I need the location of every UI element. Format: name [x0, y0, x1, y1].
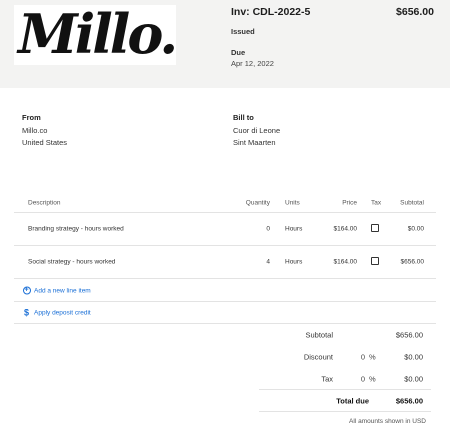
row-tax-cell — [371, 224, 379, 234]
discount-value: $0.00 — [404, 352, 423, 362]
row-units[interactable]: Hours — [285, 226, 302, 233]
row-units[interactable]: Hours — [285, 259, 302, 266]
discount-percent-input[interactable]: 0 — [351, 353, 365, 362]
row-price[interactable]: $164.00 — [334, 226, 358, 233]
discount-row: Discount 0 % $0.00 — [259, 346, 431, 368]
tax-row: Tax 0 % $0.00 — [259, 368, 431, 390]
bill-to-label: Bill to — [233, 113, 254, 122]
total-due-row: Total due $656.00 — [259, 390, 431, 412]
subtotal-row: Subtotal $656.00 — [259, 324, 431, 346]
apply-deposit-button[interactable]: $ Apply deposit credit — [14, 302, 436, 324]
col-subtotal: Subtotal — [400, 199, 424, 206]
row-subtotal: $0.00 — [407, 225, 424, 233]
row-description[interactable]: Social strategy - hours worked — [28, 259, 115, 266]
totals-section: Subtotal $656.00 Discount 0 % $0.00 Tax … — [259, 324, 431, 412]
due-label: Due — [231, 48, 246, 57]
subtotal-label: Subtotal — [305, 330, 333, 340]
from-label: From — [22, 113, 41, 122]
col-price: Price — [342, 199, 357, 206]
table-header: Description Quantity Units Price Tax Sub… — [14, 193, 436, 213]
row-tax-cell — [371, 257, 379, 267]
from-company: Millo.co — [22, 126, 48, 135]
discount-percent-sign: % — [369, 352, 376, 362]
bill-to-client: Cuor di Leone — [233, 126, 281, 135]
tax-percent-sign: % — [369, 374, 376, 383]
row-quantity[interactable]: 4 — [266, 259, 270, 266]
row-subtotal: $656.00 — [400, 258, 425, 266]
from-section: From Millo.co United States — [22, 112, 67, 149]
plus-circle-icon: + — [22, 286, 31, 295]
from-country: United States — [22, 138, 68, 147]
line-items-table: Description Quantity Units Price Tax Sub… — [14, 193, 436, 279]
discount-label: Discount — [303, 352, 333, 362]
tax-value: $0.00 — [404, 374, 423, 383]
apply-deposit-label[interactable]: Apply deposit credit — [34, 309, 91, 316]
col-units: Units — [285, 199, 300, 206]
due-date: Apr 12, 2022 — [231, 59, 274, 68]
invoice-number: Inv: CDL-2022-5 — [231, 6, 311, 18]
logo-wordmark: Millo. — [18, 5, 176, 65]
invoice-status: Issued — [231, 27, 255, 36]
invoice-header: Millo. Inv: CDL-2022-5 $656.00 Issued Du… — [0, 0, 450, 88]
company-logo: Millo. — [14, 5, 176, 65]
col-tax: Tax — [371, 199, 382, 206]
table-row[interactable]: Social strategy - hours worked 4 Hours $… — [14, 246, 436, 279]
invoice-total: $656.00 — [396, 6, 434, 18]
total-due-value: $656.00 — [395, 396, 423, 405]
currency-footnote: All amounts shown in USD — [349, 418, 426, 425]
total-due-label: Total due — [336, 396, 369, 405]
row-price[interactable]: $164.00 — [334, 259, 358, 266]
tax-label: Tax — [321, 374, 333, 383]
tax-percent-input[interactable]: 0 — [351, 374, 365, 383]
bill-to-country: Sint Maarten — [233, 138, 276, 147]
add-line-item-label[interactable]: Add a new line item — [34, 287, 91, 294]
subtotal-value: $656.00 — [395, 330, 423, 340]
tax-checkbox[interactable] — [371, 257, 379, 265]
bill-to-section: Bill to Cuor di Leone Sint Maarten — [233, 112, 280, 149]
col-quantity: Quantity — [245, 199, 270, 206]
row-description[interactable]: Branding strategy - hours worked — [28, 226, 124, 233]
add-line-item-button[interactable]: + Add a new line item — [14, 280, 436, 302]
col-description: Description — [28, 199, 61, 206]
row-quantity[interactable]: 0 — [266, 226, 270, 233]
table-row[interactable]: Branding strategy - hours worked 0 Hours… — [14, 213, 436, 246]
tax-checkbox[interactable] — [371, 224, 379, 232]
dollar-icon: $ — [23, 307, 29, 318]
